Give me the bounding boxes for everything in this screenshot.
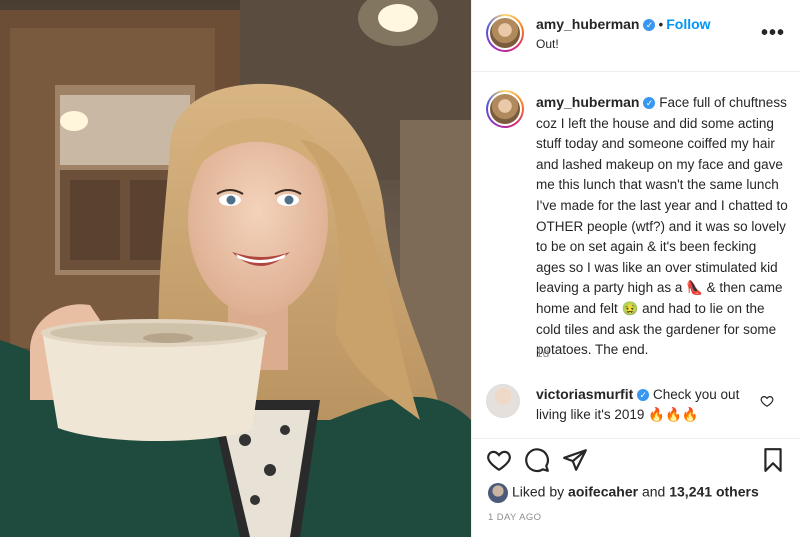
comment-item: victoriasmurfit ✓ Check you out living li…: [536, 384, 756, 425]
comment-bubble-icon[interactable]: [524, 447, 550, 473]
bookmark-icon[interactable]: [760, 447, 786, 473]
liked-prefix: Liked by: [512, 483, 569, 500]
post-side-panel: amy_huberman ✓ • Follow Out! ••• amy_huberm…: [471, 0, 800, 537]
comments-area[interactable]: amy_huberman ✓ Face full of chuftness coz…: [472, 73, 800, 438]
liked-and: and: [638, 483, 670, 500]
comment-like-heart-icon[interactable]: [760, 394, 774, 408]
likes-count-link[interactable]: 13,241 others: [669, 484, 759, 500]
likes-summary: Liked by aoifecaher and 13,241 others: [488, 483, 759, 503]
caption-text: Face full of chuftness coz I left the ho…: [536, 95, 788, 358]
caption-username[interactable]: amy_huberman: [536, 94, 639, 110]
header-author-line: amy_huberman ✓ • Follow: [536, 16, 711, 32]
post-header: amy_huberman ✓ • Follow Out! •••: [472, 0, 800, 72]
header-username[interactable]: amy_huberman: [536, 16, 639, 32]
caption-age: 1d: [536, 346, 550, 360]
caption-author-avatar[interactable]: [486, 90, 524, 128]
post-date[interactable]: 1 DAY AGO: [488, 512, 541, 523]
heart-icon[interactable]: [486, 447, 512, 473]
liked-user-link[interactable]: aoifecaher: [568, 484, 638, 500]
post-location[interactable]: Out!: [536, 37, 559, 51]
more-options-icon[interactable]: •••: [761, 22, 785, 45]
comment-username[interactable]: victoriasmurfit: [536, 386, 633, 402]
follow-button[interactable]: Follow: [666, 16, 710, 32]
author-avatar[interactable]: [486, 14, 524, 52]
post-actions: Liked by aoifecaher and 13,241 others 1 …: [472, 438, 800, 537]
post-caption: amy_huberman ✓ Face full of chuftness coz…: [536, 92, 788, 361]
separator-dot: •: [658, 17, 664, 32]
verified-check-icon: ✓: [637, 389, 650, 402]
verified-check-icon: ✓: [643, 19, 656, 32]
post-photo[interactable]: [0, 0, 471, 537]
paper-plane-icon[interactable]: [562, 447, 588, 473]
verified-check-icon: ✓: [643, 97, 656, 110]
liker-avatar[interactable]: [488, 483, 508, 503]
selfie-illustration: [0, 0, 471, 537]
commenter-avatar[interactable]: [486, 384, 520, 418]
instagram-post: amy_huberman ✓ • Follow Out! ••• amy_huberm…: [0, 0, 800, 537]
